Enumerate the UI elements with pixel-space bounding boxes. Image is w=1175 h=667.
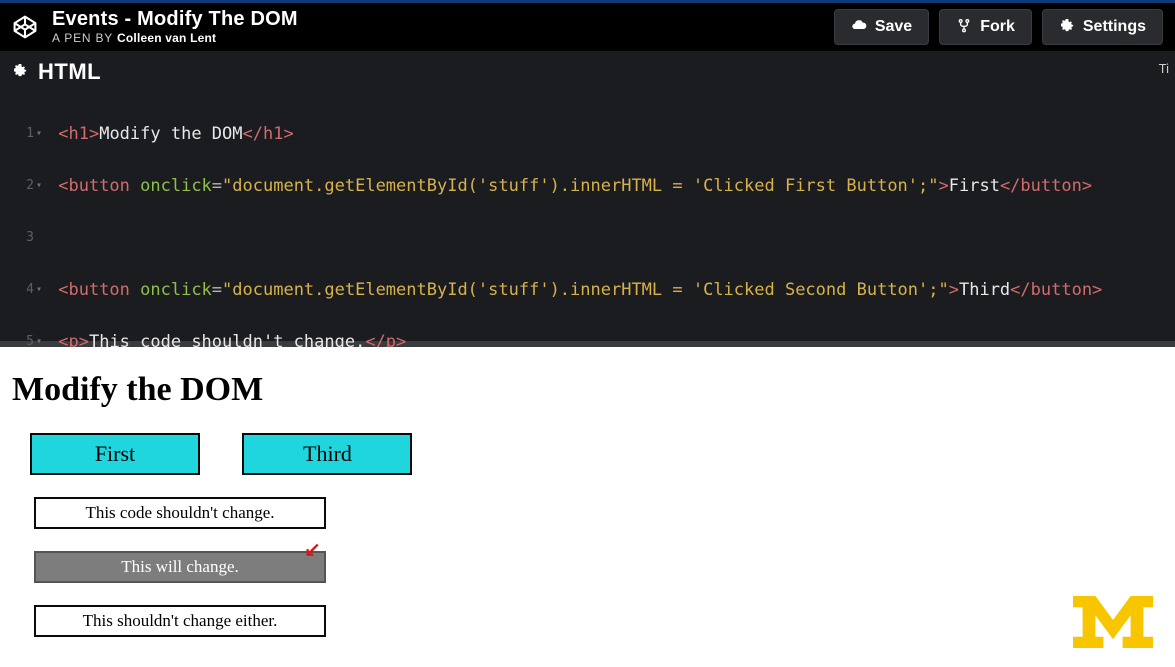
preview-pane: Modify the DOM First Third This code sho… (0, 347, 1175, 667)
top-bar: Events - Modify The DOM A PEN BY Colleen… (0, 3, 1175, 51)
line-number: 2 (8, 173, 34, 199)
gear-icon (1059, 17, 1075, 38)
editor-tab-bar: HTML Ti (0, 51, 1175, 91)
editor-settings-icon[interactable] (12, 62, 28, 83)
fork-button[interactable]: Fork (939, 9, 1032, 45)
codepen-logo-icon[interactable] (12, 14, 38, 40)
pen-title[interactable]: Events - Modify The DOM (52, 8, 298, 30)
fold-icon[interactable]: ▾ (36, 173, 48, 199)
pen-byline: A PEN BY Colleen van Lent (52, 32, 298, 45)
third-button[interactable]: Third (242, 433, 412, 475)
fold-icon[interactable]: ▾ (36, 121, 48, 147)
paragraph-static-2: This shouldn't change either. (34, 605, 326, 637)
line-number: 4 (8, 277, 34, 303)
top-actions: Save Fork Settings (834, 9, 1163, 45)
preview-heading: Modify the DOM (12, 371, 1163, 409)
line-number: 1 (8, 121, 34, 147)
fold-icon[interactable]: ▾ (36, 277, 48, 303)
editor-tab-html[interactable]: HTML (38, 59, 101, 85)
html-editor-pane[interactable]: HTML Ti 1▾ <h1>Modify the DOM</h1> 2▾ <b… (0, 51, 1175, 341)
paragraph-stuff: This will change. (34, 551, 326, 583)
cloud-icon (851, 17, 867, 38)
michigan-logo-icon (1073, 596, 1153, 653)
settings-button[interactable]: Settings (1042, 9, 1163, 45)
first-button[interactable]: First (30, 433, 200, 475)
editor-right-hint[interactable]: Ti (1159, 61, 1169, 76)
line-number: 3 (8, 225, 34, 251)
author-link[interactable]: Colleen van Lent (117, 31, 216, 45)
paragraph-static-1: This code shouldn't change. (34, 497, 326, 529)
save-button[interactable]: Save (834, 9, 929, 45)
logo-area: Events - Modify The DOM A PEN BY Colleen… (12, 8, 298, 45)
fork-icon (956, 17, 972, 38)
